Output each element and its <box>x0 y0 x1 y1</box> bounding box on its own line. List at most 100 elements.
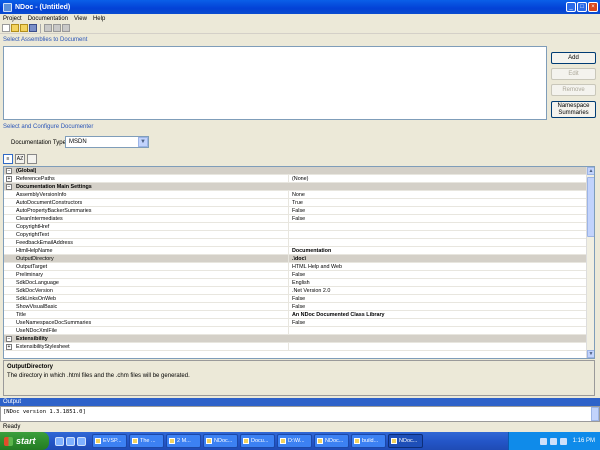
scroll-down-icon[interactable]: ▼ <box>587 350 594 358</box>
namespace-summaries-button[interactable]: Namespace Summaries <box>551 101 596 118</box>
new-project-icon[interactable] <box>2 24 10 32</box>
row-gutter: − <box>4 167 14 175</box>
taskbar-task-button[interactable]: D:\W... <box>277 434 312 448</box>
row-gutter <box>4 239 14 247</box>
property-value[interactable]: HTML Help and Web <box>289 263 588 271</box>
view-docs-icon[interactable] <box>62 24 70 32</box>
property-value[interactable] <box>289 327 588 335</box>
open-folder-icon[interactable] <box>20 24 28 32</box>
documentation-type-select[interactable]: MSDN ▼ <box>65 136 149 148</box>
property-value[interactable]: False <box>289 319 588 327</box>
assemblies-list[interactable] <box>3 46 547 120</box>
show-desktop-icon[interactable] <box>55 436 64 446</box>
task-label: EVSP... <box>103 438 122 444</box>
property-value[interactable]: English <box>289 279 588 287</box>
status-text: Ready <box>3 424 21 430</box>
property-value[interactable]: False <box>289 303 588 311</box>
taskbar-task-button[interactable]: 2 M... <box>166 434 201 448</box>
remove-button[interactable]: Remove <box>551 84 596 96</box>
cancel-build-icon[interactable] <box>53 24 61 32</box>
task-app-icon <box>317 438 323 444</box>
close-button[interactable]: × <box>588 2 598 12</box>
collapse-icon[interactable]: − <box>6 167 12 174</box>
property-name: UseNamespaceDocSummaries <box>14 318 289 327</box>
security-icon[interactable] <box>559 437 567 445</box>
save-disk-icon[interactable] <box>29 24 37 32</box>
taskbar-task-button[interactable]: build... <box>351 434 386 448</box>
output-window[interactable]: [NDoc version 1.3.1851.0] <box>0 406 600 422</box>
property-value[interactable] <box>289 239 588 247</box>
grid-property-row[interactable]: UseNDocXmlFile <box>4 326 588 335</box>
property-value[interactable] <box>289 231 588 239</box>
minimize-button[interactable]: _ <box>566 2 576 12</box>
expand-icon[interactable]: + <box>6 343 12 350</box>
property-grid: − (Global) + ReferencePaths (None) − Documenta… <box>3 166 595 359</box>
property-value[interactable]: False <box>289 271 588 279</box>
property-value[interactable]: An NDoc Documented Class Library <box>289 311 588 319</box>
start-button[interactable]: start <box>0 432 49 450</box>
start-label: start <box>16 436 36 446</box>
window-title: NDoc - (Untitled) <box>15 3 71 11</box>
row-gutter <box>4 207 14 215</box>
property-value[interactable]: Documentation <box>289 247 588 255</box>
expand-icon[interactable]: + <box>6 175 12 182</box>
browser-icon[interactable] <box>66 436 75 446</box>
taskbar-task-button[interactable]: Docu... <box>240 434 275 448</box>
menu-documentation[interactable]: Documentation <box>25 16 71 22</box>
property-value[interactable]: True <box>289 199 588 207</box>
chevron-down-icon[interactable]: ▼ <box>138 137 148 147</box>
taskbar-task-button[interactable]: The ... <box>129 434 164 448</box>
build-icon[interactable] <box>44 24 52 32</box>
app-icon <box>3 2 12 12</box>
output-scrollbar[interactable] <box>591 407 599 421</box>
quick-launch <box>55 436 86 446</box>
taskbar-task-button[interactable]: EVSP... <box>92 434 127 448</box>
edit-button[interactable]: Edit <box>551 68 596 80</box>
maximize-button[interactable]: □ <box>577 2 587 12</box>
property-value[interactable]: .\doc\ <box>289 255 588 263</box>
property-grid-scrollbar[interactable]: ▲ ▼ <box>586 167 594 358</box>
title-bar[interactable]: NDoc - (Untitled) _ □ × <box>0 0 600 14</box>
property-value[interactable]: .Net Version 2.0 <box>289 287 588 295</box>
volume-icon[interactable] <box>549 437 557 445</box>
property-name: CopyrightHref <box>14 222 289 231</box>
property-value[interactable]: (None) <box>289 175 588 183</box>
property-name: Extensibility <box>16 335 48 342</box>
row-gutter <box>4 247 14 255</box>
output-header: Output <box>0 398 600 406</box>
taskbar-task-button[interactable]: NDoc... <box>314 434 349 448</box>
grid-property-row[interactable]: + ExtensibilityStylesheet <box>4 342 588 351</box>
property-value[interactable]: False <box>289 295 588 303</box>
clock[interactable]: 1:16 PM <box>573 438 595 444</box>
assemblies-header: Select Assemblies to Document <box>3 37 88 43</box>
categorized-icon[interactable]: ≡ <box>3 154 13 164</box>
collapse-icon[interactable]: − <box>6 183 12 190</box>
menu-project[interactable]: Project <box>0 16 25 22</box>
property-pages-icon[interactable] <box>27 154 37 164</box>
menu-view[interactable]: View <box>71 16 90 22</box>
scroll-thumb[interactable] <box>587 177 594 237</box>
property-value[interactable] <box>289 343 588 351</box>
menu-help[interactable]: Help <box>90 16 108 22</box>
property-value[interactable] <box>289 223 588 231</box>
media-player-icon[interactable] <box>77 436 86 446</box>
row-gutter <box>4 199 14 207</box>
taskbar-task-button[interactable]: NDoc... <box>203 434 238 448</box>
network-icon[interactable] <box>539 437 547 445</box>
task-label: Docu... <box>251 438 269 444</box>
task-label: NDoc... <box>399 438 418 444</box>
task-app-icon <box>206 438 212 444</box>
taskbar-task-button[interactable]: NDoc... <box>388 434 423 448</box>
collapse-icon[interactable]: − <box>6 335 12 342</box>
row-gutter <box>4 319 14 327</box>
property-value[interactable]: None <box>289 191 588 199</box>
property-value[interactable]: False <box>289 207 588 215</box>
task-app-icon <box>354 438 360 444</box>
property-value[interactable]: False <box>289 215 588 223</box>
task-label: NDoc... <box>325 438 344 444</box>
property-name: OutputTarget <box>14 262 289 271</box>
alphabetical-icon[interactable]: AZ <box>15 154 25 164</box>
scroll-up-icon[interactable]: ▲ <box>587 167 594 175</box>
new-from-solution-icon[interactable] <box>11 24 19 32</box>
add-button[interactable]: Add <box>551 52 596 64</box>
